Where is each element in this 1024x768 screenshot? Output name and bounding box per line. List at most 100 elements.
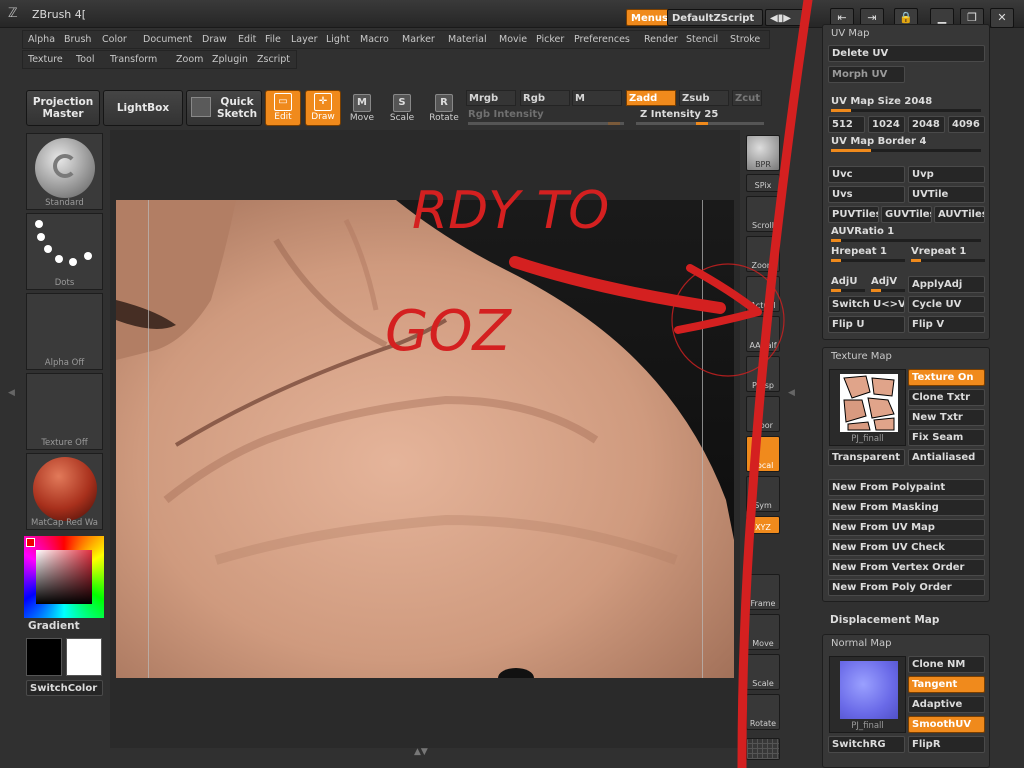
color-picker[interactable] [24, 536, 104, 618]
switch-color-button[interactable]: SwitchColor [26, 680, 103, 696]
morph-uv-button[interactable]: Morph UV [828, 66, 905, 83]
uvp-button[interactable]: Uvp [908, 166, 985, 183]
alpha-slot[interactable]: Alpha Off [26, 293, 103, 370]
menu-stencil[interactable]: Stencil [684, 32, 720, 47]
primary-color-swatch[interactable] [26, 638, 62, 676]
texture-map-title[interactable]: Texture Map [831, 351, 892, 362]
delete-uv-button[interactable]: Delete UV [828, 45, 985, 62]
rgb-intensity-knob[interactable] [608, 122, 620, 125]
switchrg-button[interactable]: SwitchRG [828, 736, 905, 753]
menu-marker[interactable]: Marker [400, 32, 437, 47]
shelf-scale-button[interactable]: Scale [746, 654, 780, 690]
edit-mode-button[interactable]: ▭ Edit [265, 90, 301, 126]
guvtiles-button[interactable]: GUVTiles [881, 206, 932, 223]
flip-u-button[interactable]: Flip U [828, 316, 905, 333]
tray-arrows-icon[interactable]: ◀▮▶ [765, 9, 809, 26]
menu-material[interactable]: Material [446, 32, 489, 47]
menu-edit[interactable]: Edit [236, 32, 258, 47]
rgb-button[interactable]: Rgb [520, 90, 570, 106]
size-2048-button[interactable]: 2048 [908, 116, 945, 133]
new-txtr-button[interactable]: New Txtr [908, 409, 985, 426]
projection-master-button[interactable]: Projection Master [26, 90, 100, 126]
shelf-grid-icon[interactable] [746, 738, 780, 760]
shelf-frame-button[interactable]: Frame [746, 574, 780, 610]
main-color-swatch[interactable] [26, 538, 35, 547]
smoothuv-button[interactable]: SmoothUV [908, 716, 985, 733]
menu-zplugin[interactable]: Zplugin [210, 52, 250, 67]
auvtiles-button[interactable]: AUVTiles [934, 206, 985, 223]
shelf-bpr-button[interactable]: BPR [746, 135, 780, 171]
menus-button[interactable]: Menus [626, 9, 673, 26]
antialiased-button[interactable]: Antialiased [908, 449, 985, 466]
menu-render[interactable]: Render [642, 32, 680, 47]
uv-map-title[interactable]: UV Map [831, 28, 869, 39]
draw-mode-button[interactable]: ✛ Draw [305, 90, 341, 126]
brush-slot[interactable]: Standard [26, 133, 103, 210]
z-intensity-slider[interactable] [636, 122, 764, 125]
shelf-actual-button[interactable]: Actual [746, 276, 780, 312]
flip-v-button[interactable]: Flip V [908, 316, 985, 333]
shelf-floor-button[interactable]: Floor [746, 396, 780, 432]
size-4096-button[interactable]: 4096 [948, 116, 985, 133]
secondary-color-swatch[interactable] [66, 638, 102, 676]
material-slot[interactable]: MatCap Red Wa [26, 453, 103, 530]
normal-map-thumbnail[interactable]: PJ_finall [829, 656, 906, 733]
uv-map-size-slider[interactable] [831, 109, 981, 112]
texture-slot[interactable]: Texture Off [26, 373, 103, 450]
new-from-vertex-order-button[interactable]: New From Vertex Order [828, 559, 985, 576]
normal-map-title[interactable]: Normal Map [831, 638, 891, 649]
new-from-uv-map-button[interactable]: New From UV Map [828, 519, 985, 536]
m-button[interactable]: M [572, 90, 622, 106]
uv-map-border-slider[interactable] [831, 149, 981, 152]
menu-movie[interactable]: Movie [497, 32, 529, 47]
bottom-tray-arrow-icon[interactable]: ▲▼ [414, 747, 428, 757]
shelf-local-button[interactable]: Local [746, 436, 780, 472]
shelf-zoom-button[interactable]: Zoom [746, 236, 780, 272]
shelf-rotate-button[interactable]: Rotate [746, 694, 780, 730]
flipr-button[interactable]: FlipR [908, 736, 985, 753]
stroke-slot[interactable]: Dots [26, 213, 103, 290]
uvs-button[interactable]: Uvs [828, 186, 905, 203]
rotate-mode-button[interactable]: R Rotate [426, 92, 462, 126]
close-icon[interactable]: ✕ [990, 8, 1014, 28]
uvc-button[interactable]: Uvc [828, 166, 905, 183]
adjv-slider[interactable] [871, 289, 905, 292]
menu-picker[interactable]: Picker [534, 32, 566, 47]
zsub-button[interactable]: Zsub [679, 90, 729, 106]
adjv-label[interactable]: AdjV [871, 276, 897, 287]
z-intensity-knob[interactable] [696, 122, 708, 125]
size-1024-button[interactable]: 1024 [868, 116, 905, 133]
move-mode-button[interactable]: M Move [344, 92, 380, 126]
puvtiles-button[interactable]: PUVTiles [828, 206, 879, 223]
displacement-map-title[interactable]: Displacement Map [830, 614, 939, 626]
quick-sketch-button[interactable]: Quick Sketch [186, 90, 262, 126]
new-from-polypaint-button[interactable]: New From Polypaint [828, 479, 985, 496]
fix-seam-button[interactable]: Fix Seam [908, 429, 985, 446]
default-zscript-button[interactable]: DefaultZScript [667, 9, 763, 26]
menu-alpha[interactable]: Alpha [26, 32, 57, 47]
size-512-button[interactable]: 512 [828, 116, 865, 133]
cycle-uv-button[interactable]: Cycle UV [908, 296, 985, 313]
lightbox-button[interactable]: LightBox [103, 90, 183, 126]
scale-mode-button[interactable]: S Scale [384, 92, 420, 126]
vrepeat-slider[interactable] [911, 259, 985, 262]
shelf-sym-button[interactable]: Sym [746, 476, 780, 512]
zcut-button[interactable]: Zcut [732, 90, 762, 106]
document-viewport[interactable] [116, 200, 734, 678]
new-from-masking-button[interactable]: New From Masking [828, 499, 985, 516]
clone-txtr-button[interactable]: Clone Txtr [908, 389, 985, 406]
menu-preferences[interactable]: Preferences [572, 32, 632, 47]
menu-layer[interactable]: Layer [289, 32, 320, 47]
menu-draw[interactable]: Draw [200, 32, 229, 47]
adju-slider[interactable] [831, 289, 865, 292]
switch-uv-button[interactable]: Switch U<>V [828, 296, 905, 313]
menu-light[interactable]: Light [324, 32, 352, 47]
uvtile-button[interactable]: UVTile [908, 186, 985, 203]
zadd-button[interactable]: Zadd [626, 90, 676, 106]
left-tray-arrow-icon[interactable]: ◀ [8, 388, 15, 398]
shelf-aahalf-button[interactable]: AAHalf [746, 316, 780, 352]
new-from-poly-order-button[interactable]: New From Poly Order [828, 579, 985, 596]
shelf-move-button[interactable]: Move [746, 614, 780, 650]
menu-texture[interactable]: Texture [26, 52, 65, 67]
saturation-square[interactable] [36, 550, 92, 604]
